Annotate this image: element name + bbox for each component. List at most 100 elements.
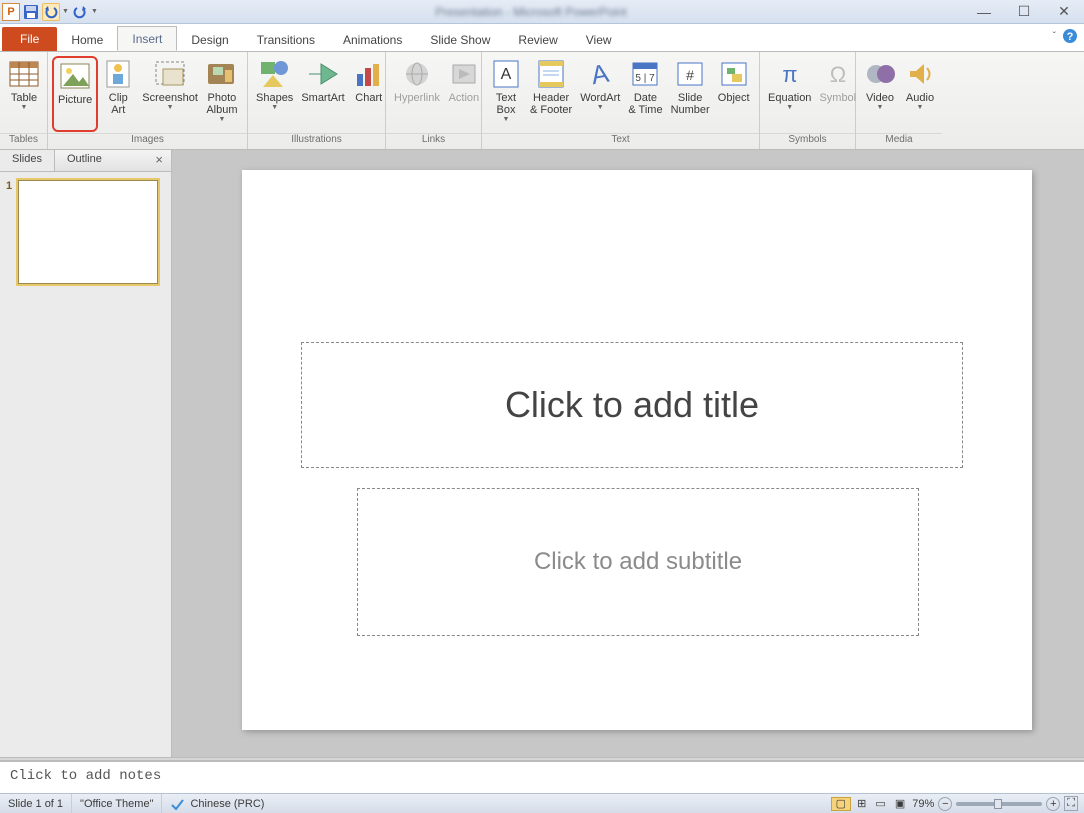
spellcheck-icon[interactable] [170, 797, 184, 811]
tab-home[interactable]: Home [57, 28, 117, 51]
maximize-button[interactable]: ☐ [1004, 0, 1044, 24]
title-placeholder-text: Click to add title [505, 384, 759, 426]
shapes-dropdown-icon: ▼ [271, 104, 278, 111]
datetime-label: Date & Time [628, 92, 662, 116]
tab-animations[interactable]: Animations [329, 28, 416, 51]
window-controls: — ☐ ✕ [964, 0, 1084, 24]
zoom-in-icon[interactable]: + [1046, 797, 1060, 811]
minimize-button[interactable]: — [964, 0, 1004, 24]
tab-slideshow[interactable]: Slide Show [416, 28, 504, 51]
svg-text:#: # [686, 67, 694, 83]
picture-label: Picture [58, 94, 92, 106]
subtitle-placeholder[interactable]: Click to add subtitle [357, 488, 919, 636]
datetime-button[interactable]: 5 | 7 Date & Time [624, 56, 666, 132]
video-button[interactable]: Video ▼ [860, 56, 900, 132]
group-label-links: Links [386, 133, 481, 149]
headerfooter-icon [535, 58, 567, 90]
tab-slides[interactable]: Slides [0, 150, 55, 171]
help-icon[interactable]: ? [1062, 28, 1078, 44]
smartart-label: SmartArt [301, 92, 344, 104]
tab-design[interactable]: Design [177, 28, 242, 51]
status-theme[interactable]: "Office Theme" [72, 794, 162, 813]
zoom-level[interactable]: 79% [912, 798, 934, 810]
screenshot-dropdown-icon: ▼ [167, 104, 174, 111]
textbox-button[interactable]: A Text Box ▼ [486, 56, 526, 132]
slide-thumbnail-number: 1 [6, 180, 18, 284]
headerfooter-button[interactable]: Header & Footer [526, 56, 576, 132]
slidenumber-button[interactable]: # Slide Number [667, 56, 714, 132]
reading-view-icon[interactable]: ▭ [872, 798, 888, 810]
screenshot-button[interactable]: Screenshot ▼ [138, 56, 202, 132]
tab-transitions[interactable]: Transitions [243, 28, 329, 51]
svg-text:?: ? [1067, 31, 1074, 43]
video-icon [864, 58, 896, 90]
slidenumber-label: Slide Number [671, 92, 710, 116]
object-icon [718, 58, 750, 90]
zoom-slider[interactable] [956, 802, 1042, 806]
slide-panel-tabs: Slides Outline × [0, 150, 171, 172]
slidenumber-icon: # [674, 58, 706, 90]
title-bar: P ▼ ▼ Presentation - Microsoft PowerPoin… [0, 0, 1084, 24]
smartart-button[interactable]: SmartArt [297, 56, 348, 132]
undo-dropdown[interactable]: ▼ [62, 8, 69, 15]
screenshot-label: Screenshot [142, 92, 198, 104]
symbol-button: Ω Symbol [815, 56, 860, 132]
panel-close-icon[interactable]: × [147, 150, 171, 171]
clipart-icon [102, 58, 134, 90]
textbox-icon: A [490, 58, 522, 90]
equation-label: Equation [768, 92, 811, 104]
title-placeholder[interactable]: Click to add title [301, 342, 963, 468]
workspace: Slides Outline × 1 Click to add title Cl… [0, 150, 1084, 757]
tab-file[interactable]: File [2, 27, 57, 51]
picture-button[interactable]: Picture [52, 56, 98, 132]
status-slide[interactable]: Slide 1 of 1 [0, 794, 72, 813]
wordart-icon: A [584, 58, 616, 90]
undo-icon[interactable] [42, 3, 60, 21]
group-label-images: Images [48, 133, 247, 149]
shapes-icon [259, 58, 291, 90]
zoom-out-icon[interactable]: − [938, 797, 952, 811]
photoalbum-button[interactable]: Photo Album ▼ [202, 56, 242, 132]
clipart-label: Clip Art [109, 92, 128, 116]
picture-icon [59, 60, 91, 92]
video-dropdown-icon: ▼ [877, 104, 884, 111]
table-button[interactable]: Table ▼ [4, 56, 44, 132]
equation-icon: π [774, 58, 806, 90]
tab-outline[interactable]: Outline [55, 150, 114, 171]
audio-button[interactable]: Audio ▼ [900, 56, 940, 132]
slide-canvas[interactable]: Click to add title Click to add subtitle [242, 170, 1032, 730]
view-buttons: ▢ ⊞ ▭ ▣ [831, 797, 909, 810]
tab-view[interactable]: View [572, 28, 626, 51]
slide-thumbnail[interactable]: 1 [6, 180, 165, 284]
status-language[interactable]: Chinese (PRC) [190, 798, 264, 810]
svg-text:A: A [501, 66, 512, 83]
slide-editor[interactable]: Click to add title Click to add subtitle [172, 150, 1084, 757]
table-icon [8, 58, 40, 90]
save-icon[interactable] [22, 3, 40, 21]
wordart-button[interactable]: A WordArt ▼ [576, 56, 624, 132]
ribbon-insert: Table ▼ Tables Picture Clip Art [0, 52, 1084, 150]
photoalbum-icon [206, 58, 238, 90]
svg-text:A: A [589, 59, 612, 89]
close-button[interactable]: ✕ [1044, 0, 1084, 24]
minimize-ribbon-icon[interactable]: ˇ [1053, 31, 1056, 42]
video-label: Video [866, 92, 894, 104]
redo-icon[interactable] [71, 3, 89, 21]
shapes-button[interactable]: Shapes ▼ [252, 56, 297, 132]
thumbnail-list: 1 [0, 172, 171, 292]
qat-customize[interactable]: ▼ [91, 8, 98, 15]
sorter-view-icon[interactable]: ⊞ [854, 798, 869, 810]
object-button[interactable]: Object [714, 56, 754, 132]
clipart-button[interactable]: Clip Art [98, 56, 138, 132]
tab-review[interactable]: Review [504, 28, 571, 51]
app-icon[interactable]: P [2, 3, 20, 21]
notes-pane[interactable]: Click to add notes [0, 761, 1084, 793]
equation-button[interactable]: π Equation ▼ [764, 56, 815, 132]
tab-insert[interactable]: Insert [117, 26, 177, 51]
group-label-tables: Tables [0, 133, 47, 149]
zoom-slider-thumb[interactable] [994, 799, 1002, 809]
chart-label: Chart [355, 92, 382, 104]
slideshow-view-icon[interactable]: ▣ [892, 798, 908, 810]
chart-button[interactable]: Chart [349, 56, 389, 132]
action-label: Action [449, 92, 480, 104]
